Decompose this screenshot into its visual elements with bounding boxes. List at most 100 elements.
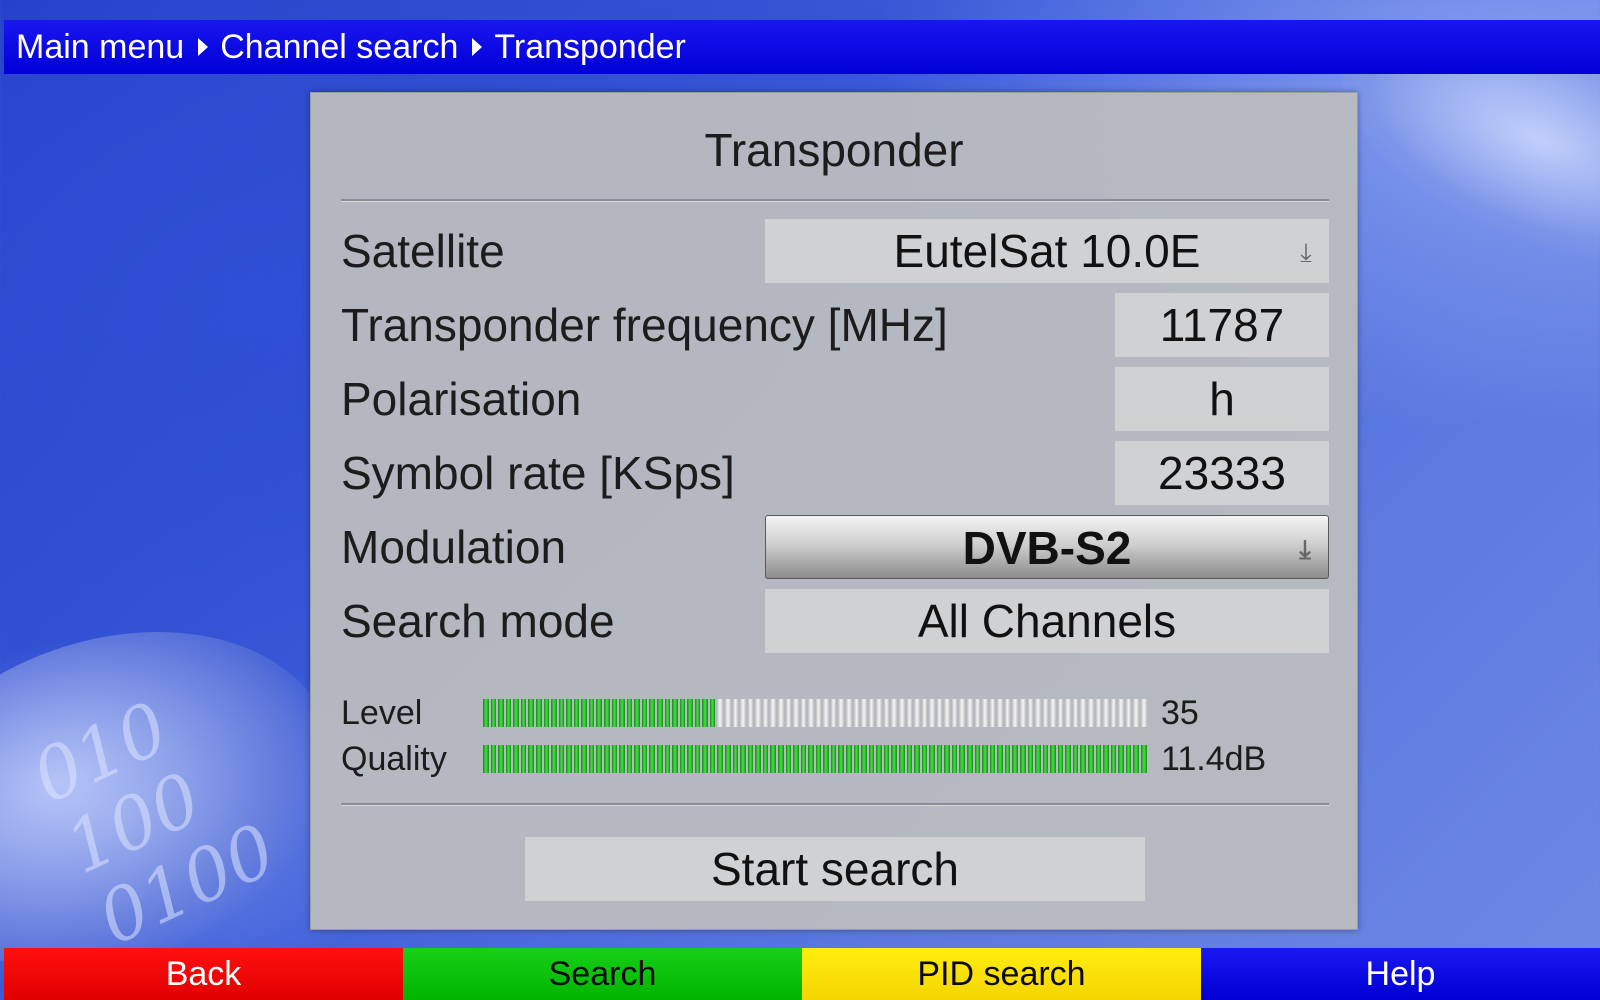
level-segment — [1042, 699, 1049, 727]
level-segment — [1027, 699, 1034, 727]
level-segment — [535, 699, 542, 727]
quality-segment — [626, 745, 633, 773]
quality-segment — [883, 745, 890, 773]
pid-search-button[interactable]: PID search — [802, 948, 1201, 1000]
level-segment — [694, 699, 701, 727]
quality-segment — [830, 745, 837, 773]
quality-segment — [762, 745, 769, 773]
quality-segment — [732, 745, 739, 773]
search-button[interactable]: Search — [403, 948, 802, 1000]
level-segment — [566, 699, 572, 727]
level-segment — [777, 699, 784, 727]
quality-segment — [906, 745, 913, 773]
level-segment — [725, 699, 731, 727]
quality-segment — [989, 745, 996, 773]
level-segment — [490, 699, 497, 727]
quality-segment — [861, 745, 867, 773]
quality-segment — [483, 745, 489, 773]
level-segment — [740, 699, 746, 727]
quality-segment — [558, 745, 565, 773]
start-search-button[interactable]: Start search — [525, 837, 1145, 901]
quality-segment — [1027, 745, 1034, 773]
quality-segment — [823, 745, 829, 773]
level-segment — [853, 699, 860, 727]
quality-segment — [959, 745, 965, 773]
quality-segment — [898, 745, 905, 773]
level-segment — [982, 699, 988, 727]
symbol-rate-field[interactable]: 23333 — [1115, 441, 1329, 505]
quality-segment — [520, 745, 527, 773]
quality-segment — [1035, 745, 1041, 773]
level-segment — [1072, 699, 1079, 727]
quality-segment — [1133, 745, 1139, 773]
polarisation-field[interactable]: h — [1115, 367, 1329, 431]
level-segment — [846, 699, 852, 727]
quality-segment — [846, 745, 852, 773]
frequency-field[interactable]: 11787 — [1115, 293, 1329, 357]
level-segment — [967, 699, 973, 727]
quality-segment — [929, 745, 935, 773]
quality-segment — [770, 745, 776, 773]
level-segment — [997, 699, 1003, 727]
quality-segment — [967, 745, 973, 773]
level-segment — [1110, 699, 1117, 727]
quality-segment — [1095, 745, 1102, 773]
download-arrow-icon: ⤓ — [1299, 534, 1311, 564]
quality-segment — [1072, 745, 1079, 773]
search-mode-field[interactable]: All Channels — [765, 589, 1329, 653]
level-segment — [838, 699, 844, 727]
level-segment — [974, 699, 981, 727]
level-segment — [1004, 699, 1011, 727]
satellite-dropdown[interactable]: EutelSat 10.0E ⤓ — [765, 219, 1329, 283]
satellite-value: EutelSat 10.0E — [893, 225, 1201, 277]
level-segment — [543, 699, 550, 727]
level-segment — [1012, 699, 1018, 727]
level-segment — [513, 699, 519, 727]
breadcrumb-arrow-icon — [198, 38, 209, 56]
quality-segment — [974, 745, 981, 773]
level-segment — [1140, 699, 1147, 727]
level-segment — [830, 699, 837, 727]
level-segment — [800, 699, 807, 727]
quality-segment — [1118, 745, 1124, 773]
quality-segment — [868, 745, 875, 773]
level-segment — [1050, 699, 1056, 727]
level-segment — [1125, 699, 1132, 727]
quality-segment — [838, 745, 844, 773]
quality-segment — [656, 745, 663, 773]
level-segment — [611, 699, 618, 727]
level-segment — [808, 699, 814, 727]
quality-label: Quality — [341, 740, 447, 778]
level-segment — [679, 699, 686, 727]
level-segment — [717, 699, 723, 727]
level-segment — [823, 699, 829, 727]
level-segment — [483, 699, 489, 727]
breadcrumb-item-channel-search[interactable]: Channel search — [220, 20, 458, 74]
quality-segment — [664, 745, 671, 773]
level-segment — [959, 699, 965, 727]
breadcrumb-item-main-menu[interactable]: Main menu — [16, 20, 184, 74]
frequency-label: Transponder frequency [MHz] — [341, 299, 948, 351]
level-segment — [1065, 699, 1071, 727]
quality-segment — [611, 745, 618, 773]
level-segment — [951, 699, 958, 727]
level-segment — [1095, 699, 1102, 727]
level-segment — [876, 699, 882, 727]
breadcrumb: Main menu Channel search Transponder — [4, 20, 1600, 74]
back-button[interactable]: Back — [4, 948, 403, 1000]
quality-segment — [694, 745, 701, 773]
level-segment — [770, 699, 776, 727]
help-button[interactable]: Help — [1201, 948, 1600, 1000]
modulation-dropdown[interactable]: DVB-S2 ⤓ — [765, 515, 1329, 579]
quality-segment — [1125, 745, 1132, 773]
quality-segment — [1042, 745, 1049, 773]
level-segment — [1057, 699, 1064, 727]
quality-segment — [709, 745, 716, 773]
function-key-bar: Back Search PID search Help — [4, 948, 1600, 1000]
quality-segment — [951, 745, 958, 773]
quality-segment — [490, 745, 497, 773]
quality-segment — [505, 745, 512, 773]
download-arrow-icon: ⤓ — [1300, 237, 1312, 267]
level-segment — [989, 699, 996, 727]
quality-segment — [573, 745, 580, 773]
